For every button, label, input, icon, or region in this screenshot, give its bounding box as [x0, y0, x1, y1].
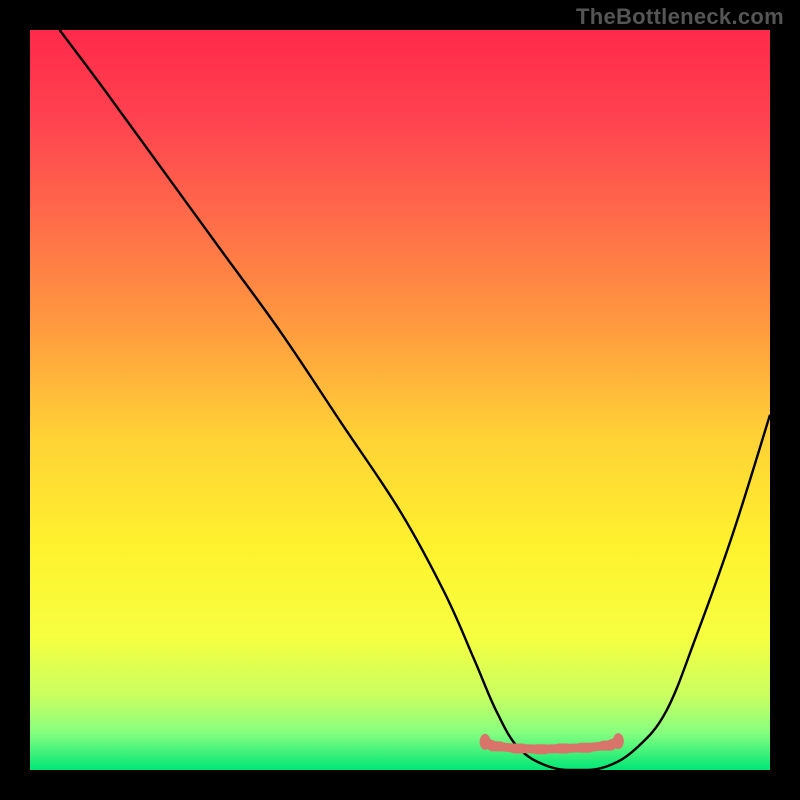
optimal-range-marker	[576, 743, 594, 753]
optimal-range-marker	[613, 733, 624, 749]
chart-plot-area	[30, 30, 770, 770]
optimal-range-marker	[532, 744, 550, 754]
optimal-range-marker	[487, 741, 505, 751]
optimal-range-marker	[554, 744, 572, 754]
chart-svg	[30, 30, 770, 770]
watermark-text: TheBottleneck.com	[576, 4, 784, 30]
optimal-range-marker	[509, 744, 527, 754]
